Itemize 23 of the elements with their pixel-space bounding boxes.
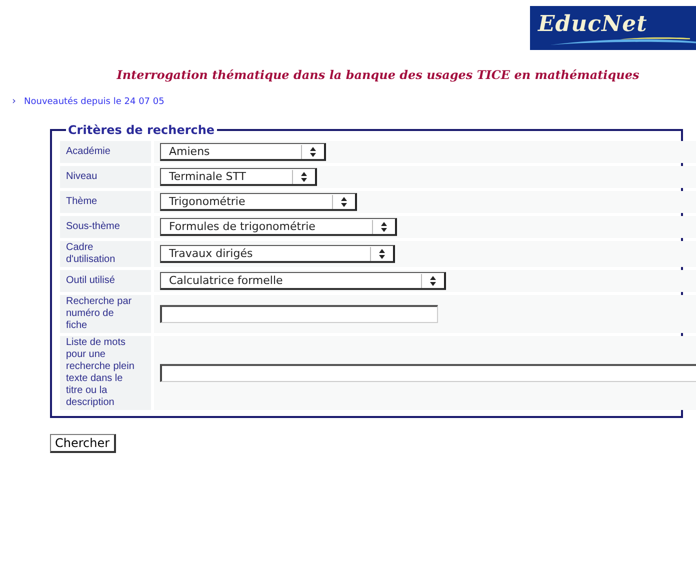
field-label: Académie (60, 141, 151, 163)
dropdown[interactable]: Formules de trigonométrie (160, 218, 397, 236)
field-label: Sous-thème (60, 216, 151, 238)
swoosh-icon (550, 37, 696, 45)
page-title: Interrogation thématique dans la banque des usages TICE en mathématiques (116, 68, 640, 82)
panel-title: Critères de recherche (67, 123, 216, 137)
input-field[interactable] (160, 305, 438, 323)
field-label: Liste de mots pour une recherche plein texte dans le titre ou la description (60, 336, 151, 410)
field-label: Cadre d'utilisation (60, 241, 151, 267)
field-label: Niveau (60, 166, 151, 188)
search-button[interactable]: Chercher (50, 434, 116, 453)
dropdown[interactable]: Amiens (160, 143, 326, 161)
field-label: Outil utilisé (60, 270, 151, 292)
bullet-icon: › (12, 96, 16, 107)
field-label: Thème (60, 191, 151, 213)
dropdown[interactable]: Calculatrice formelle (160, 272, 446, 290)
field-label: Recherche par numéro de fiche (60, 295, 151, 333)
input-field[interactable] (160, 364, 696, 382)
dropdown[interactable]: Terminale STT (160, 168, 317, 186)
dropdown[interactable]: Trigonométrie (160, 193, 357, 211)
dropdown[interactable]: Travaux dirigés (160, 245, 395, 263)
news-link[interactable]: Nouveautés depuis le 24 07 05 (24, 96, 164, 106)
logo-text: EducNet (538, 11, 648, 37)
